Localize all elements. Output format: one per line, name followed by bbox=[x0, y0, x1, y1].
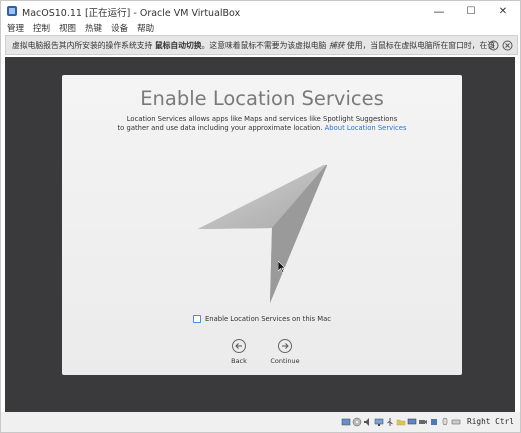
menu-item-manage[interactable]: 管理 bbox=[7, 22, 24, 34]
enable-location-label[interactable]: Enable Location Services on this Mac bbox=[205, 315, 331, 323]
continue-button[interactable]: Continue bbox=[265, 339, 305, 369]
virtualbox-app-icon bbox=[7, 6, 17, 16]
title-bar[interactable]: MacOS10.11 [正在运行] - Oracle VM VirtualBox… bbox=[1, 1, 520, 21]
location-arrow-icon bbox=[198, 165, 328, 303]
minimize-button[interactable]: — bbox=[425, 3, 453, 19]
page-title: Enable Location Services bbox=[140, 87, 384, 110]
notice-info-icon[interactable] bbox=[488, 40, 499, 51]
host-edge-strip bbox=[515, 57, 520, 412]
vm-display[interactable]: Enable Location Services Location Servic… bbox=[5, 57, 515, 412]
notice-text: 虚拟电脑报告其内所安装的操作系统支持 鼠标自动切换。这意味着鼠标不需要为该虚拟电… bbox=[12, 40, 495, 51]
description-line-2: to gather and use data including your ap… bbox=[62, 124, 462, 133]
menu-item-view[interactable]: 视图 bbox=[59, 22, 76, 34]
right-arrow-icon bbox=[282, 343, 289, 349]
device-indicators bbox=[341, 416, 462, 428]
back-label: Back bbox=[231, 357, 247, 365]
close-button[interactable]: ✕ bbox=[489, 3, 517, 19]
notice-text-italic: 捕获 bbox=[328, 40, 345, 50]
enable-location-checkbox[interactable] bbox=[193, 315, 201, 323]
description-line-2-text: to gather and use data including your ap… bbox=[117, 124, 323, 132]
optical-drive-icon[interactable] bbox=[352, 417, 362, 427]
cpu-icon[interactable] bbox=[429, 417, 439, 427]
menu-bar: 管理 控制 视图 热键 设备 帮助 bbox=[1, 21, 520, 35]
menu-item-control[interactable]: 控制 bbox=[33, 22, 50, 34]
display-icon[interactable] bbox=[407, 417, 417, 427]
enable-location-row[interactable]: Enable Location Services on this Mac bbox=[62, 315, 462, 323]
hard-disk-icon[interactable] bbox=[341, 417, 351, 427]
setup-assistant-dialog: Enable Location Services Location Servic… bbox=[62, 75, 462, 375]
notice-text-part3: 使用，当鼠标在虚拟电脑所在窗口时，在该 bbox=[346, 40, 496, 50]
menu-item-help[interactable]: 帮助 bbox=[137, 22, 154, 34]
video-capture-icon[interactable] bbox=[418, 417, 428, 427]
menu-item-devices[interactable]: 设备 bbox=[111, 22, 128, 34]
back-arrow-icon bbox=[232, 339, 246, 353]
window-title: MacOS10.11 [正在运行] - Oracle VM VirtualBox bbox=[22, 8, 241, 19]
left-arrow-icon bbox=[235, 343, 242, 349]
description-line-1: Location Services allows apps like Maps … bbox=[126, 115, 398, 123]
virtualbox-window: MacOS10.11 [正在运行] - Oracle VM VirtualBox… bbox=[0, 0, 521, 433]
notice-text-part2: 。这意味着鼠标不需要为该虚拟电脑 bbox=[201, 40, 327, 50]
mouse-integration-icon[interactable] bbox=[440, 417, 450, 427]
shared-folders-icon[interactable] bbox=[396, 417, 406, 427]
notice-text-part1: 虚拟电脑报告其内所安装的操作系统支持 bbox=[12, 40, 153, 50]
continue-label: Continue bbox=[270, 357, 300, 365]
notice-text-bold: 鼠标自动切换 bbox=[154, 40, 202, 50]
maximize-button[interactable]: ☐ bbox=[457, 3, 485, 19]
host-key-label: Right Ctrl bbox=[467, 417, 514, 426]
back-button[interactable]: Back bbox=[219, 339, 259, 369]
keyboard-capture-icon[interactable] bbox=[451, 417, 461, 427]
maximize-icon: ☐ bbox=[466, 5, 476, 17]
minimize-icon: — bbox=[433, 4, 445, 18]
notice-close-icon[interactable] bbox=[502, 40, 513, 51]
audio-icon[interactable] bbox=[363, 417, 373, 427]
continue-arrow-icon bbox=[278, 339, 292, 353]
status-bar: Right Ctrl bbox=[1, 412, 520, 432]
about-location-services-link[interactable]: About Location Services bbox=[325, 124, 407, 132]
usb-icon[interactable] bbox=[385, 417, 395, 427]
mouse-cursor-icon bbox=[278, 261, 286, 273]
menu-item-hotkey[interactable]: 热键 bbox=[85, 22, 102, 34]
description: Location Services allows apps like Maps … bbox=[62, 115, 462, 133]
close-icon: ✕ bbox=[498, 5, 508, 17]
network-icon[interactable] bbox=[374, 417, 384, 427]
mouse-integration-notice: 虚拟电脑报告其内所安装的操作系统支持 鼠标自动切换。这意味着鼠标不需要为该虚拟电… bbox=[5, 35, 518, 55]
